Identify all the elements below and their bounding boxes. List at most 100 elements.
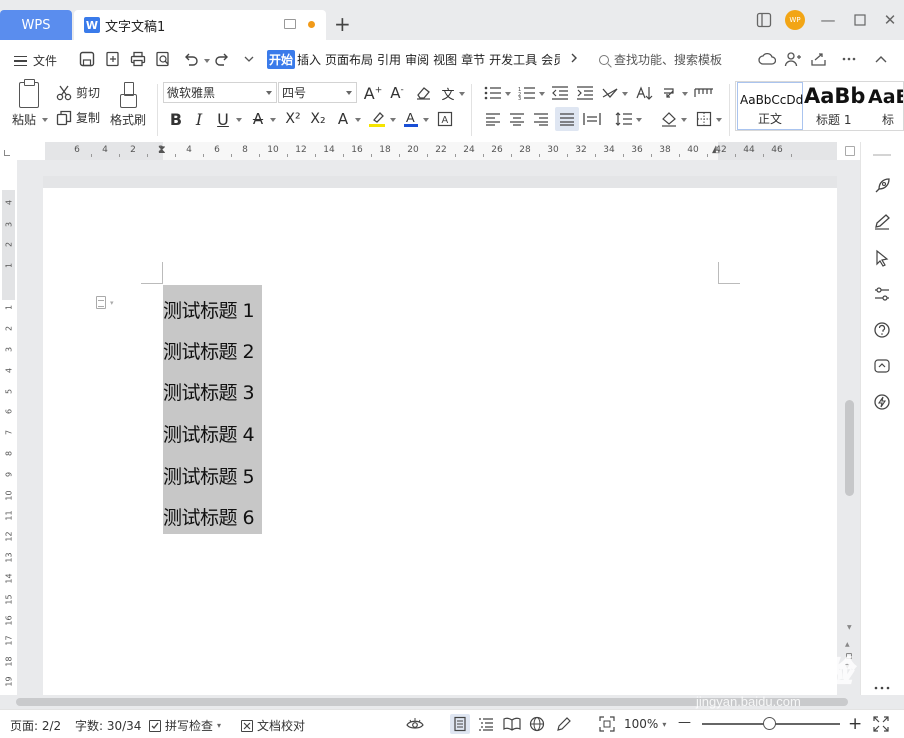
share-collab-button[interactable] — [784, 50, 802, 68]
select-browse-icon[interactable] — [846, 653, 852, 659]
scroll-down-arrow-icon[interactable]: ▼ — [847, 624, 852, 631]
select-button[interactable] — [872, 248, 892, 268]
word-count[interactable]: 字数: 30/34 — [75, 717, 141, 734]
heading-5[interactable]: 测试标题 5 — [163, 462, 255, 489]
page-nav-controls[interactable]: ▲ ▼ — [845, 640, 855, 692]
bullet-list-button[interactable] — [483, 83, 503, 103]
undo-button[interactable] — [179, 50, 203, 68]
char-border-button[interactable]: A — [435, 109, 455, 129]
tab-view[interactable]: 视图 — [431, 50, 459, 69]
bold-button[interactable]: B — [166, 109, 186, 129]
underline-button[interactable]: U — [213, 109, 233, 129]
tab-insert[interactable]: 插入 — [295, 50, 323, 69]
highlight-button[interactable] — [367, 109, 387, 129]
write-mode-button[interactable] — [555, 715, 573, 733]
grow-font-button[interactable]: A+ — [363, 83, 383, 103]
show-marks-button[interactable] — [660, 83, 680, 103]
paste-icon[interactable] — [19, 79, 39, 108]
zoom-level-select[interactable]: 100% ▾ — [624, 717, 666, 731]
rocket-button[interactable] — [872, 176, 892, 196]
doc-proof-button[interactable]: 文档校对 — [241, 717, 305, 734]
cloud-sync-button[interactable] — [758, 50, 776, 68]
shrink-font-button[interactable]: A- — [387, 83, 407, 103]
align-center-button[interactable] — [507, 109, 527, 129]
tab-stops-button[interactable] — [694, 83, 714, 103]
style-heading1[interactable]: AaBb 标题 1 — [804, 82, 868, 130]
heading-2[interactable]: 测试标题 2 — [163, 337, 255, 364]
feature-search[interactable]: 查找功能、搜索模板 — [599, 51, 722, 68]
heading-6[interactable]: 测试标题 6 — [163, 503, 255, 530]
show-marks-dropdown-icon[interactable] — [682, 92, 688, 96]
undo-dropdown-icon[interactable] — [204, 59, 210, 63]
vertical-ruler[interactable]: 4 3 2 1 1 2 3 4 5 6 7 8 9 10 11 12 13 14 15 16 17 18 19 — [0, 160, 17, 695]
style-heading2[interactable]: AaE 标 — [868, 82, 903, 130]
user-avatar[interactable]: WP — [785, 10, 805, 30]
cut-button[interactable]: 剪切 — [56, 84, 100, 101]
subscript-button[interactable]: X₂ — [308, 109, 328, 129]
prev-page-icon[interactable]: ▲ — [845, 640, 855, 650]
horizontal-ruler[interactable]: 6 4 2 2 4 6 8 10 12 14 16 18 20 22 24 26 28 30 32 34 36 38 40 4… — [0, 142, 860, 160]
clear-format-button[interactable] — [413, 83, 433, 103]
close-button[interactable]: ✕ — [880, 10, 900, 30]
share-button[interactable] — [810, 50, 828, 68]
ruler-toggle-button[interactable] — [845, 146, 855, 156]
underline-dropdown-icon[interactable] — [236, 118, 242, 122]
redo-button[interactable] — [213, 50, 231, 68]
zoom-out-button[interactable]: — — [678, 715, 691, 730]
collapse-ribbon-button[interactable] — [872, 50, 890, 68]
settings-sliders-button[interactable] — [872, 284, 892, 304]
pinyin-guide-button[interactable]: 文 — [438, 83, 458, 103]
style-normal[interactable]: AaBbCcDd 正文 — [737, 82, 803, 130]
page-indicator[interactable]: 页面: 2/2 — [10, 717, 61, 734]
tab-member[interactable]: 会员 — [539, 50, 560, 69]
print-preview-button[interactable] — [154, 50, 172, 68]
borders-button[interactable] — [694, 109, 714, 129]
fullscreen-button[interactable] — [872, 715, 890, 733]
edit-button[interactable] — [872, 212, 892, 232]
first-line-indent-marker[interactable]: ⧗ — [158, 143, 166, 157]
tab-page-layout[interactable]: 页面布局 — [323, 50, 375, 69]
text-effect-button[interactable]: A — [333, 109, 353, 129]
font-color-dropdown-icon[interactable] — [423, 118, 429, 122]
document-tab[interactable]: W 文字文稿1 — [74, 10, 326, 40]
page-view-button[interactable] — [450, 714, 470, 734]
reading-view-button[interactable] — [503, 715, 521, 733]
distribute-button[interactable] — [582, 109, 602, 129]
text-direction-button[interactable] — [600, 83, 620, 103]
align-left-button[interactable] — [483, 109, 503, 129]
format-painter-icon[interactable] — [119, 82, 137, 108]
minimize-button[interactable]: — — [818, 10, 838, 30]
tab-sections[interactable]: 章节 — [459, 50, 487, 69]
heading-4[interactable]: 测试标题 4 — [163, 420, 255, 447]
tab-references[interactable]: 引用 — [375, 50, 403, 69]
paste-button[interactable]: 粘贴 — [12, 111, 48, 128]
heading-3[interactable]: 测试标题 3 — [163, 378, 255, 405]
zoom-in-button[interactable]: + — [848, 714, 862, 734]
highlight-dropdown-icon[interactable] — [390, 118, 396, 122]
tabs-scroll-right-button[interactable] — [569, 52, 579, 67]
zoom-slider-knob[interactable] — [763, 717, 776, 730]
text-direction-dropdown-icon[interactable] — [622, 92, 628, 96]
heading-1[interactable]: 测试标题 1 — [163, 296, 255, 323]
font-color-button[interactable]: A — [401, 109, 421, 129]
font-size-select[interactable]: 四号 — [278, 82, 357, 103]
numbered-list-button[interactable]: 123 — [517, 83, 537, 103]
tab-review[interactable]: 审阅 — [403, 50, 431, 69]
next-page-icon[interactable]: ▼ — [845, 662, 855, 672]
format-painter-button[interactable]: 格式刷 — [110, 111, 146, 128]
strikethrough-button[interactable]: A — [248, 109, 268, 129]
outline-view-button[interactable] — [477, 715, 495, 733]
font-name-select[interactable]: 微软雅黑 — [163, 82, 277, 103]
borders-dropdown-icon[interactable] — [716, 118, 722, 122]
wps-home-tab[interactable]: WPS — [0, 10, 72, 40]
right-indent-marker[interactable]: ◭ — [712, 144, 720, 155]
shading-button[interactable] — [659, 109, 679, 129]
justify-button[interactable] — [555, 107, 579, 131]
print-button[interactable] — [129, 50, 147, 68]
pinyin-dropdown-icon[interactable] — [459, 92, 465, 96]
save-button[interactable] — [78, 50, 96, 68]
power-button[interactable] — [872, 392, 892, 412]
more-options-button[interactable] — [840, 50, 858, 68]
increase-indent-button[interactable] — [575, 83, 595, 103]
file-menu-button[interactable]: 文件 — [14, 52, 57, 69]
